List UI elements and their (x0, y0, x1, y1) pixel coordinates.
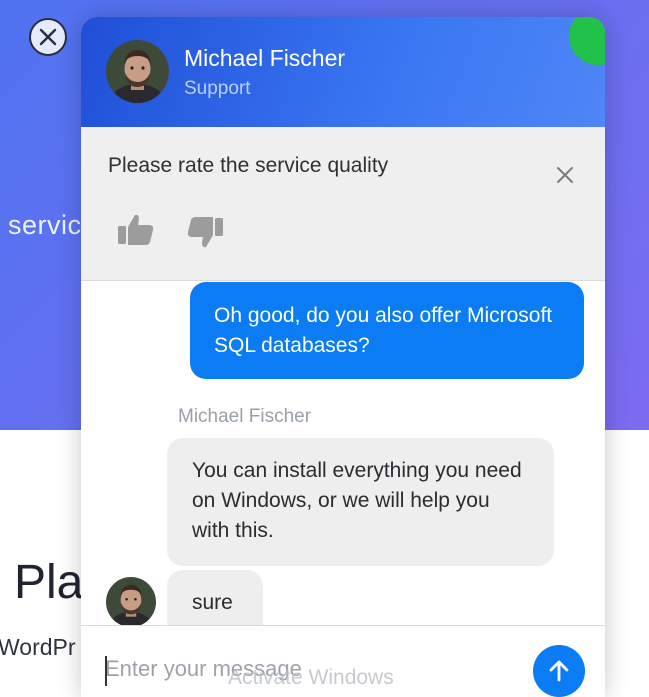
message-bubble-outgoing: Oh good, do you also offer Microsoft SQL… (190, 282, 584, 379)
hero-text-fragment: servic (8, 210, 82, 240)
agent-role: Support (184, 78, 251, 99)
agent-message-avatar (106, 577, 156, 627)
rating-close-button[interactable] (555, 165, 575, 185)
text-caret (105, 656, 107, 686)
chat-widget: Michael Fischer Support Please rate the … (81, 17, 605, 697)
close-icon (557, 167, 573, 183)
chat-header: Michael Fischer Support (81, 17, 605, 127)
os-watermark-text: Activate Windows (228, 666, 394, 689)
thumbs-up-icon (118, 214, 154, 245)
message-sender-name: Michael Fischer (178, 406, 312, 427)
section-subheading-fragment: WordPr (0, 634, 76, 660)
thumbs-down-button[interactable] (185, 214, 225, 254)
online-status-indicator (569, 17, 605, 65)
agent-name: Michael Fischer (184, 45, 346, 71)
section-heading-fragment: Pla (14, 556, 84, 609)
rating-title: Please rate the service quality (108, 154, 389, 177)
agent-avatar (106, 40, 169, 103)
thumbs-up-button[interactable] (116, 210, 156, 250)
thumbs-down-icon (187, 217, 223, 248)
close-chat-button[interactable] (29, 18, 67, 56)
arrow-up-icon (549, 660, 569, 682)
message-bubble-incoming: You can install everything you need on W… (167, 438, 554, 566)
rating-panel: Please rate the service quality (81, 127, 605, 281)
close-icon (39, 28, 57, 46)
send-button[interactable] (533, 645, 585, 697)
